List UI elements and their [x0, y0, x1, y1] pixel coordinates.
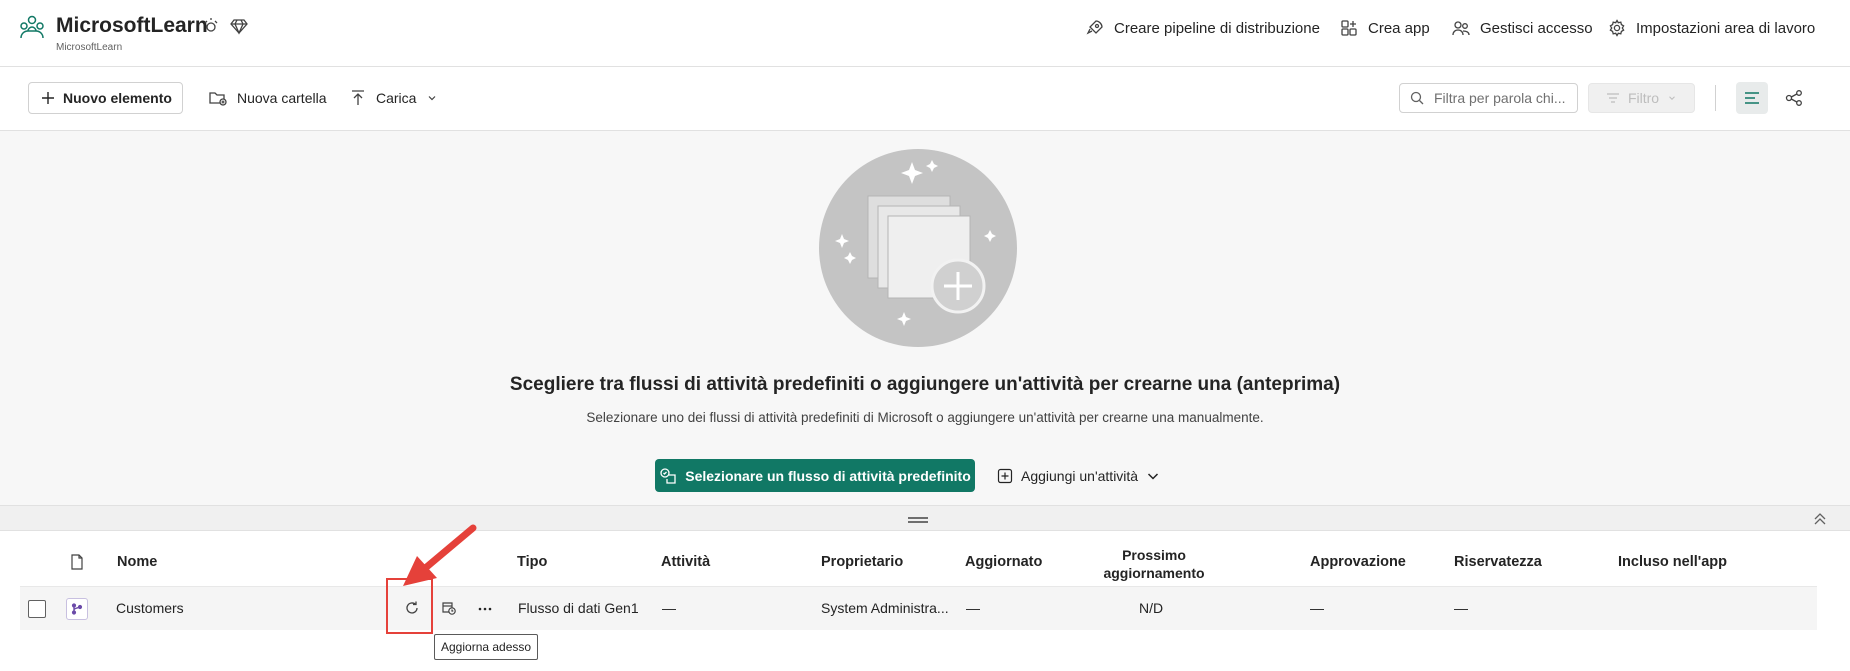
- item-approval: —: [1310, 600, 1324, 616]
- plus-icon: [41, 91, 55, 105]
- manage-access-button[interactable]: Gestisci accesso: [1452, 16, 1593, 40]
- column-header-owner[interactable]: Proprietario: [821, 554, 903, 570]
- new-folder-label: Nuova cartella: [237, 90, 327, 106]
- search-icon: [1410, 91, 1424, 105]
- more-options-icon[interactable]: [477, 600, 493, 616]
- lineage-icon: [1785, 90, 1803, 106]
- create-app-button[interactable]: Crea app: [1340, 16, 1430, 40]
- folder-add-icon: [209, 90, 227, 106]
- toolbar-divider: [1715, 85, 1716, 111]
- item-updated: —: [966, 600, 980, 616]
- filter-button[interactable]: Filtro: [1588, 83, 1695, 113]
- empty-state-title: Scegliere tra flussi di attività predefi…: [509, 374, 1341, 395]
- workspace-settings-button[interactable]: Impostazioni area di lavoro: [1608, 16, 1815, 40]
- add-task-label: Aggiungi un'attività: [1021, 467, 1139, 484]
- select-predefined-task-flow-button[interactable]: Selezionare un flusso di attività predef…: [655, 459, 975, 492]
- item-type: Flusso di dati Gen1: [518, 600, 639, 616]
- workspace-subtitle: MicrosoftLearn: [56, 42, 123, 53]
- collapse-pane-icon[interactable]: [1812, 511, 1828, 527]
- create-deployment-pipeline-button[interactable]: Creare pipeline di distribuzione: [1086, 16, 1320, 40]
- column-header-next-refresh[interactable]: Prossimo aggiornamento: [1084, 546, 1224, 582]
- chevron-down-icon: [1667, 93, 1677, 103]
- workspace-title: MicrosoftLearn: [56, 14, 208, 37]
- column-header-name[interactable]: Nome: [117, 554, 157, 570]
- upload-label: Carica: [376, 90, 417, 106]
- dataflow-icon: [66, 598, 88, 620]
- new-item-button[interactable]: Nuovo elemento: [28, 82, 183, 114]
- workspace-logo-icon: [18, 14, 46, 42]
- empty-state-subtitle: Selezionare uno dei flussi di attività p…: [586, 410, 1264, 425]
- row-select-checkbox[interactable]: [28, 600, 46, 618]
- upload-arrow-icon: [350, 90, 366, 106]
- list-view-toggle[interactable]: [1736, 82, 1768, 114]
- search-input[interactable]: [1432, 89, 1571, 107]
- schedule-refresh-icon[interactable]: [441, 600, 457, 616]
- filter-by-keyword-search[interactable]: [1399, 83, 1578, 113]
- column-header-updated[interactable]: Aggiornato: [965, 554, 1042, 570]
- create-app-label: Crea app: [1368, 19, 1430, 37]
- rocket-icon: [1086, 19, 1104, 37]
- new-item-label: Nuovo elemento: [63, 90, 172, 106]
- list-view-icon: [1744, 91, 1760, 105]
- annotation-arrow: [395, 520, 485, 590]
- select-predefined-task-flow-label: Selezionare un flusso di attività predef…: [685, 467, 971, 484]
- filter-lines-icon: [1606, 92, 1620, 104]
- add-square-icon: [997, 468, 1013, 484]
- workspace-settings-label: Impostazioni area di lavoro: [1636, 19, 1816, 37]
- file-type-header-icon: [70, 554, 84, 570]
- new-folder-button[interactable]: Nuova cartella: [209, 82, 327, 114]
- app-grid-icon: [1340, 19, 1358, 37]
- refresh-now-tooltip: Aggiorna adesso: [434, 634, 539, 660]
- column-header-activity[interactable]: Attività: [661, 554, 710, 570]
- item-name-link[interactable]: Customers: [116, 600, 184, 616]
- lineage-view-toggle[interactable]: [1778, 82, 1810, 114]
- filter-label: Filtro: [1627, 90, 1660, 106]
- upload-button[interactable]: Carica: [350, 82, 438, 114]
- task-flow-icon: [659, 467, 677, 485]
- add-task-button[interactable]: Aggiungi un'attività: [997, 459, 1160, 492]
- empty-state-illustration: [818, 148, 1018, 348]
- drag-handle-icon[interactable]: [908, 516, 928, 524]
- item-activity: —: [662, 600, 676, 616]
- people-icon: [1452, 19, 1470, 37]
- column-header-in-app[interactable]: Incluso nell'app: [1618, 554, 1727, 570]
- create-deployment-pipeline-label: Creare pipeline di distribuzione: [1114, 19, 1320, 37]
- gear-icon: [1608, 19, 1626, 37]
- premium-diamond-icon[interactable]: [230, 17, 248, 35]
- item-sensitivity: —: [1454, 600, 1468, 616]
- manage-access-label: Gestisci accesso: [1480, 19, 1593, 37]
- column-header-sensitivity[interactable]: Riservatezza: [1454, 554, 1542, 570]
- column-header-approval[interactable]: Approvazione: [1310, 554, 1406, 570]
- chevron-down-icon: [1146, 469, 1160, 483]
- chevron-down-icon: [426, 92, 438, 104]
- workspace-identity-icon[interactable]: [202, 17, 220, 35]
- item-next-refresh: N/D: [1139, 600, 1164, 616]
- column-header-type[interactable]: Tipo: [517, 554, 547, 570]
- item-owner: System Administra...: [821, 600, 949, 616]
